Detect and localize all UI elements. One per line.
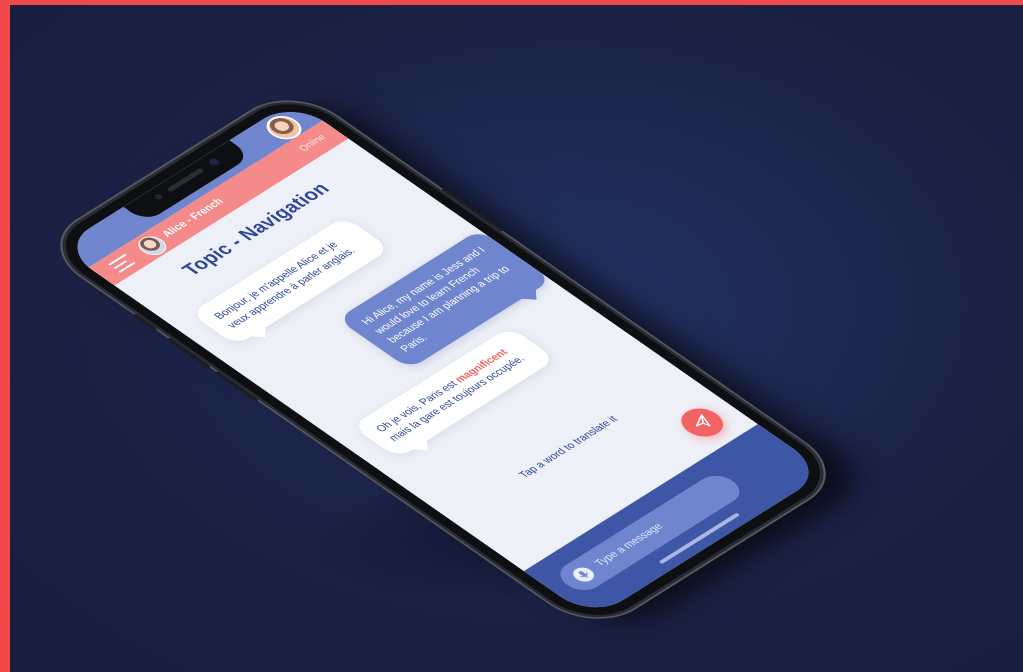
message-input[interactable]: Type a message xyxy=(551,470,749,596)
microphone-icon[interactable] xyxy=(569,565,599,585)
message-text: mais la gare est toujours occupée. xyxy=(386,353,528,444)
hamburger-menu-icon[interactable] xyxy=(106,252,139,274)
bubble-tail xyxy=(249,326,274,343)
paper-plane-icon xyxy=(695,414,711,427)
message-text: Hi Alice, my name is Jess and I would lo… xyxy=(359,245,513,355)
send-button[interactable] xyxy=(672,402,732,443)
online-status: Online xyxy=(296,132,329,154)
sensor-dot xyxy=(152,192,165,201)
bubble-tail xyxy=(411,439,436,456)
message-placeholder: Type a message xyxy=(592,521,666,569)
earpiece-speaker xyxy=(166,167,205,193)
front-camera xyxy=(206,157,222,167)
bubble-tail xyxy=(520,288,545,305)
